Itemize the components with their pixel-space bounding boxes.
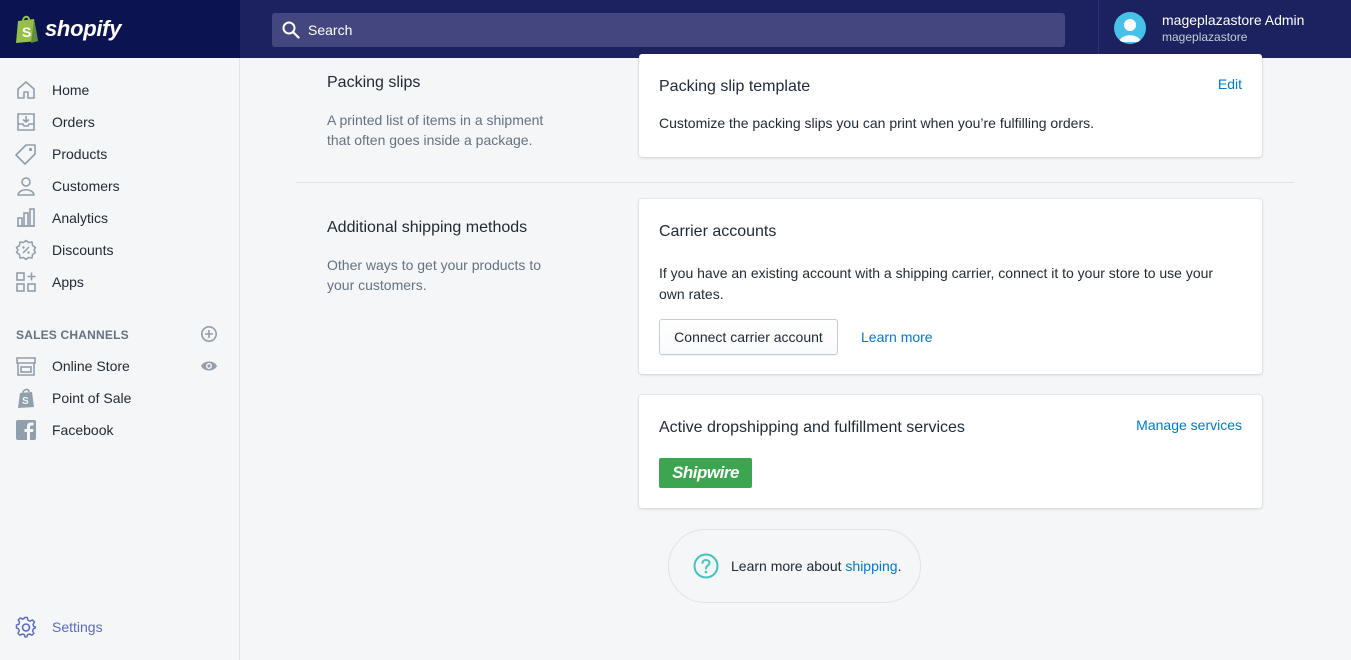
home-icon	[15, 79, 37, 101]
sidebar: Home Orders Products Customers Analytics…	[0, 58, 240, 660]
sales-channels-title: SALES CHANNELS	[16, 328, 129, 342]
sidebar-item-label: Products	[52, 146, 108, 162]
user-store: mageplazastore	[1162, 30, 1248, 44]
help-text: Learn more about shipping.	[731, 558, 901, 574]
bar-chart-icon	[15, 207, 37, 229]
eye-icon[interactable]	[200, 357, 218, 375]
sidebar-item-label: Orders	[52, 114, 95, 130]
carrier-accounts-title: Carrier accounts	[659, 223, 777, 240]
packing-slips-description: A printed list of items in a shipment th…	[327, 112, 544, 148]
packing-slip-card: Packing slip template Edit Customize the…	[639, 54, 1262, 157]
topbar-divider	[1098, 0, 1099, 58]
help-prefix: Learn more about	[731, 558, 846, 574]
sidebar-item-facebook[interactable]: Facebook	[0, 414, 240, 446]
apps-icon	[15, 271, 37, 293]
dropshipping-card: Active dropshipping and fulfillment serv…	[639, 395, 1262, 508]
sidebar-item-point-of-sale[interactable]: S Point of Sale	[0, 382, 240, 414]
edit-link[interactable]: Edit	[1218, 76, 1242, 92]
manage-services-link[interactable]: Manage services	[1136, 417, 1242, 433]
search-input[interactable]: Search	[272, 13, 1065, 47]
gear-icon	[15, 616, 37, 638]
sidebar-item-customers[interactable]: Customers	[0, 170, 240, 202]
shopify-logo[interactable]: S shopify	[0, 0, 240, 58]
sidebar-item-analytics[interactable]: Analytics	[0, 202, 240, 234]
user-name: mageplazastore Admin	[1162, 12, 1305, 28]
add-sales-channel-icon[interactable]	[200, 325, 218, 343]
sidebar-item-settings[interactable]: Settings	[0, 611, 240, 643]
user-menu[interactable]: mageplazastore Admin mageplazastore	[1114, 12, 1304, 44]
discount-icon	[15, 239, 37, 261]
sidebar-item-label: Discounts	[52, 242, 114, 258]
svg-text:S: S	[22, 396, 29, 407]
brand-name: shopify	[45, 16, 122, 41]
shipping-help-link[interactable]: shipping	[845, 558, 897, 574]
sidebar-item-label: Facebook	[52, 422, 114, 438]
store-icon	[15, 355, 37, 377]
sidebar-item-orders[interactable]: Orders	[0, 106, 240, 138]
sidebar-item-label: Settings	[52, 619, 103, 635]
search-icon	[282, 21, 300, 39]
sidebar-item-apps[interactable]: Apps	[0, 266, 240, 298]
dropshipping-title: Active dropshipping and fulfillment serv…	[659, 419, 965, 436]
carrier-accounts-card: Carrier accounts If you have an existing…	[639, 199, 1262, 374]
sidebar-item-online-store[interactable]: Online Store	[0, 350, 240, 382]
sidebar-item-label: Point of Sale	[52, 390, 132, 406]
sidebar-item-products[interactable]: Products	[0, 138, 240, 170]
section-divider	[296, 182, 1294, 183]
pos-icon: S	[15, 387, 37, 409]
facebook-icon	[15, 419, 37, 441]
packing-slips-title: Packing slips	[327, 74, 421, 91]
sidebar-item-label: Analytics	[52, 210, 109, 226]
tag-icon	[15, 143, 37, 165]
top-bar: S shopify Search mageplazastore Admin ma…	[0, 0, 1351, 58]
sidebar-item-label: Online Store	[52, 358, 130, 374]
packing-slip-card-text: Customize the packing slips you can prin…	[659, 115, 1094, 131]
avatar	[1114, 12, 1146, 44]
sidebar-item-label: Apps	[52, 274, 84, 290]
main-content: Packing slips A printed list of items in…	[241, 54, 1351, 660]
svg-text:S: S	[22, 24, 31, 40]
additional-shipping-description: Other ways to get your products to your …	[327, 257, 541, 293]
connect-carrier-account-button[interactable]: Connect carrier account	[659, 319, 838, 355]
avatar-person-icon	[1119, 19, 1141, 42]
question-icon	[693, 553, 719, 579]
orders-icon	[15, 111, 37, 133]
shipwire-logo[interactable]: Shipwire	[659, 458, 752, 488]
search-placeholder: Search	[308, 22, 353, 38]
person-icon	[15, 175, 37, 197]
carrier-accounts-text: If you have an existing account with a s…	[659, 265, 1214, 302]
learn-more-link[interactable]: Learn more	[861, 329, 933, 345]
sidebar-item-label: Home	[52, 82, 90, 98]
sidebar-item-home[interactable]: Home	[0, 74, 240, 106]
sidebar-item-label: Customers	[52, 178, 120, 194]
additional-shipping-title: Additional shipping methods	[327, 219, 528, 236]
packing-slip-card-title: Packing slip template	[659, 78, 811, 95]
sidebar-item-discounts[interactable]: Discounts	[0, 234, 240, 266]
help-suffix: .	[897, 558, 902, 574]
shopify-bag-icon: S	[16, 15, 38, 43]
help-footer: Learn more about shipping.	[668, 529, 921, 603]
